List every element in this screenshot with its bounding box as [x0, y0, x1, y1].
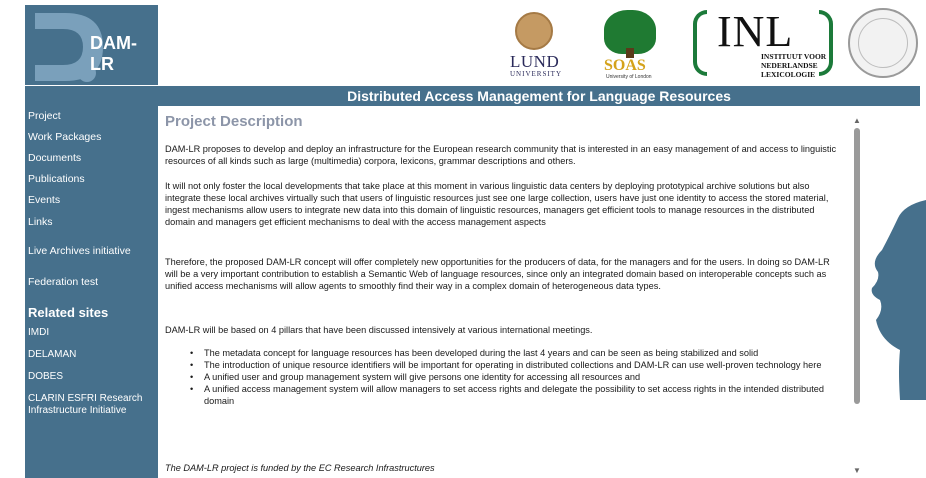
max-planck-logo[interactable]: [848, 8, 918, 78]
inl-line-3: LEXICOLOGIE: [761, 70, 816, 79]
lund-seal-icon: [515, 12, 553, 50]
scrollbar-thumb[interactable]: [854, 128, 860, 404]
scroll-down-icon[interactable]: ▼: [850, 465, 864, 477]
scroll-up-icon[interactable]: ▲: [850, 115, 864, 127]
paragraph-therefore: Therefore, the proposed DAM-LR concept w…: [165, 257, 830, 291]
list-item: The metadata concept for language resour…: [190, 347, 848, 359]
page-title: Project Description: [165, 113, 303, 130]
sidebar-item-publications[interactable]: Publications: [28, 173, 85, 185]
list-item: A unified access management system will …: [190, 383, 848, 407]
soas-sub: University of London: [606, 74, 652, 80]
lund-sub: UNIVERSITY: [510, 70, 562, 78]
related-link-dobes[interactable]: DOBES: [28, 371, 63, 382]
lund-name: LUND: [510, 52, 560, 71]
list-item: A unified user and group management syst…: [190, 371, 848, 383]
sidebar-item-events[interactable]: Events: [28, 194, 60, 206]
related-link-clarin[interactable]: CLARIN ESFRI Research Infrastructure Ini…: [28, 393, 156, 417]
paragraph-intro: DAM-LR proposes to develop and deploy an…: [165, 144, 837, 166]
pillars-list: The metadata concept for language resour…: [190, 347, 848, 407]
sidebar: Project Work Packages Documents Publicat…: [25, 86, 158, 478]
sidebar-item-documents[interactable]: Documents: [28, 152, 81, 164]
main-content: Project Description DAM-LR proposes to d…: [158, 106, 848, 478]
header: DAM-LR LUND UNIVERSITY SOAS University o…: [0, 0, 926, 86]
list-item: The introduction of unique resource iden…: [190, 359, 848, 371]
lund-university-logo[interactable]: LUND UNIVERSITY: [498, 10, 568, 80]
related-sites-heading: Related sites: [28, 305, 109, 320]
logo-text: DAM-LR: [90, 33, 137, 74]
inl-line-1: INSTITUUT VOOR: [761, 52, 827, 61]
minerva-head-icon: [858, 18, 908, 68]
soas-logo[interactable]: SOAS University of London: [596, 10, 666, 82]
inl-logo[interactable]: INL INSTITUUT VOOR NEDERLANDSE LEXICOLOG…: [693, 7, 833, 80]
sidebar-item-federation-test[interactable]: Federation test: [28, 276, 98, 288]
sidebar-item-links[interactable]: Links: [28, 216, 53, 228]
page-banner-title: Distributed Access Management for Langua…: [158, 86, 920, 106]
soas-name: SOAS: [604, 57, 646, 74]
bracket-left-icon: [693, 10, 707, 76]
sidebar-item-work-packages[interactable]: Work Packages: [28, 131, 101, 143]
content-scrollbar[interactable]: ▲ ▼: [850, 115, 864, 478]
funding-note: The DAM-LR project is funded by the EC R…: [165, 463, 435, 473]
paragraph-foster: It will not only foster the local develo…: [165, 181, 829, 227]
inl-line-2: NEDERLANDSE: [761, 61, 818, 70]
sidebar-item-live-archives[interactable]: Live Archives initiative: [28, 245, 131, 257]
inl-name: INL: [717, 7, 794, 56]
dam-lr-logo[interactable]: DAM-LR: [25, 5, 158, 85]
paragraph-pillars: DAM-LR will be based on 4 pillars that h…: [165, 325, 593, 335]
related-link-delaman[interactable]: DELAMAN: [28, 349, 76, 360]
bracket-right-icon: [819, 10, 833, 76]
sidebar-item-project[interactable]: Project: [28, 110, 61, 122]
related-link-imdi[interactable]: IMDI: [28, 327, 49, 338]
face-profile-icon: [871, 200, 926, 400]
